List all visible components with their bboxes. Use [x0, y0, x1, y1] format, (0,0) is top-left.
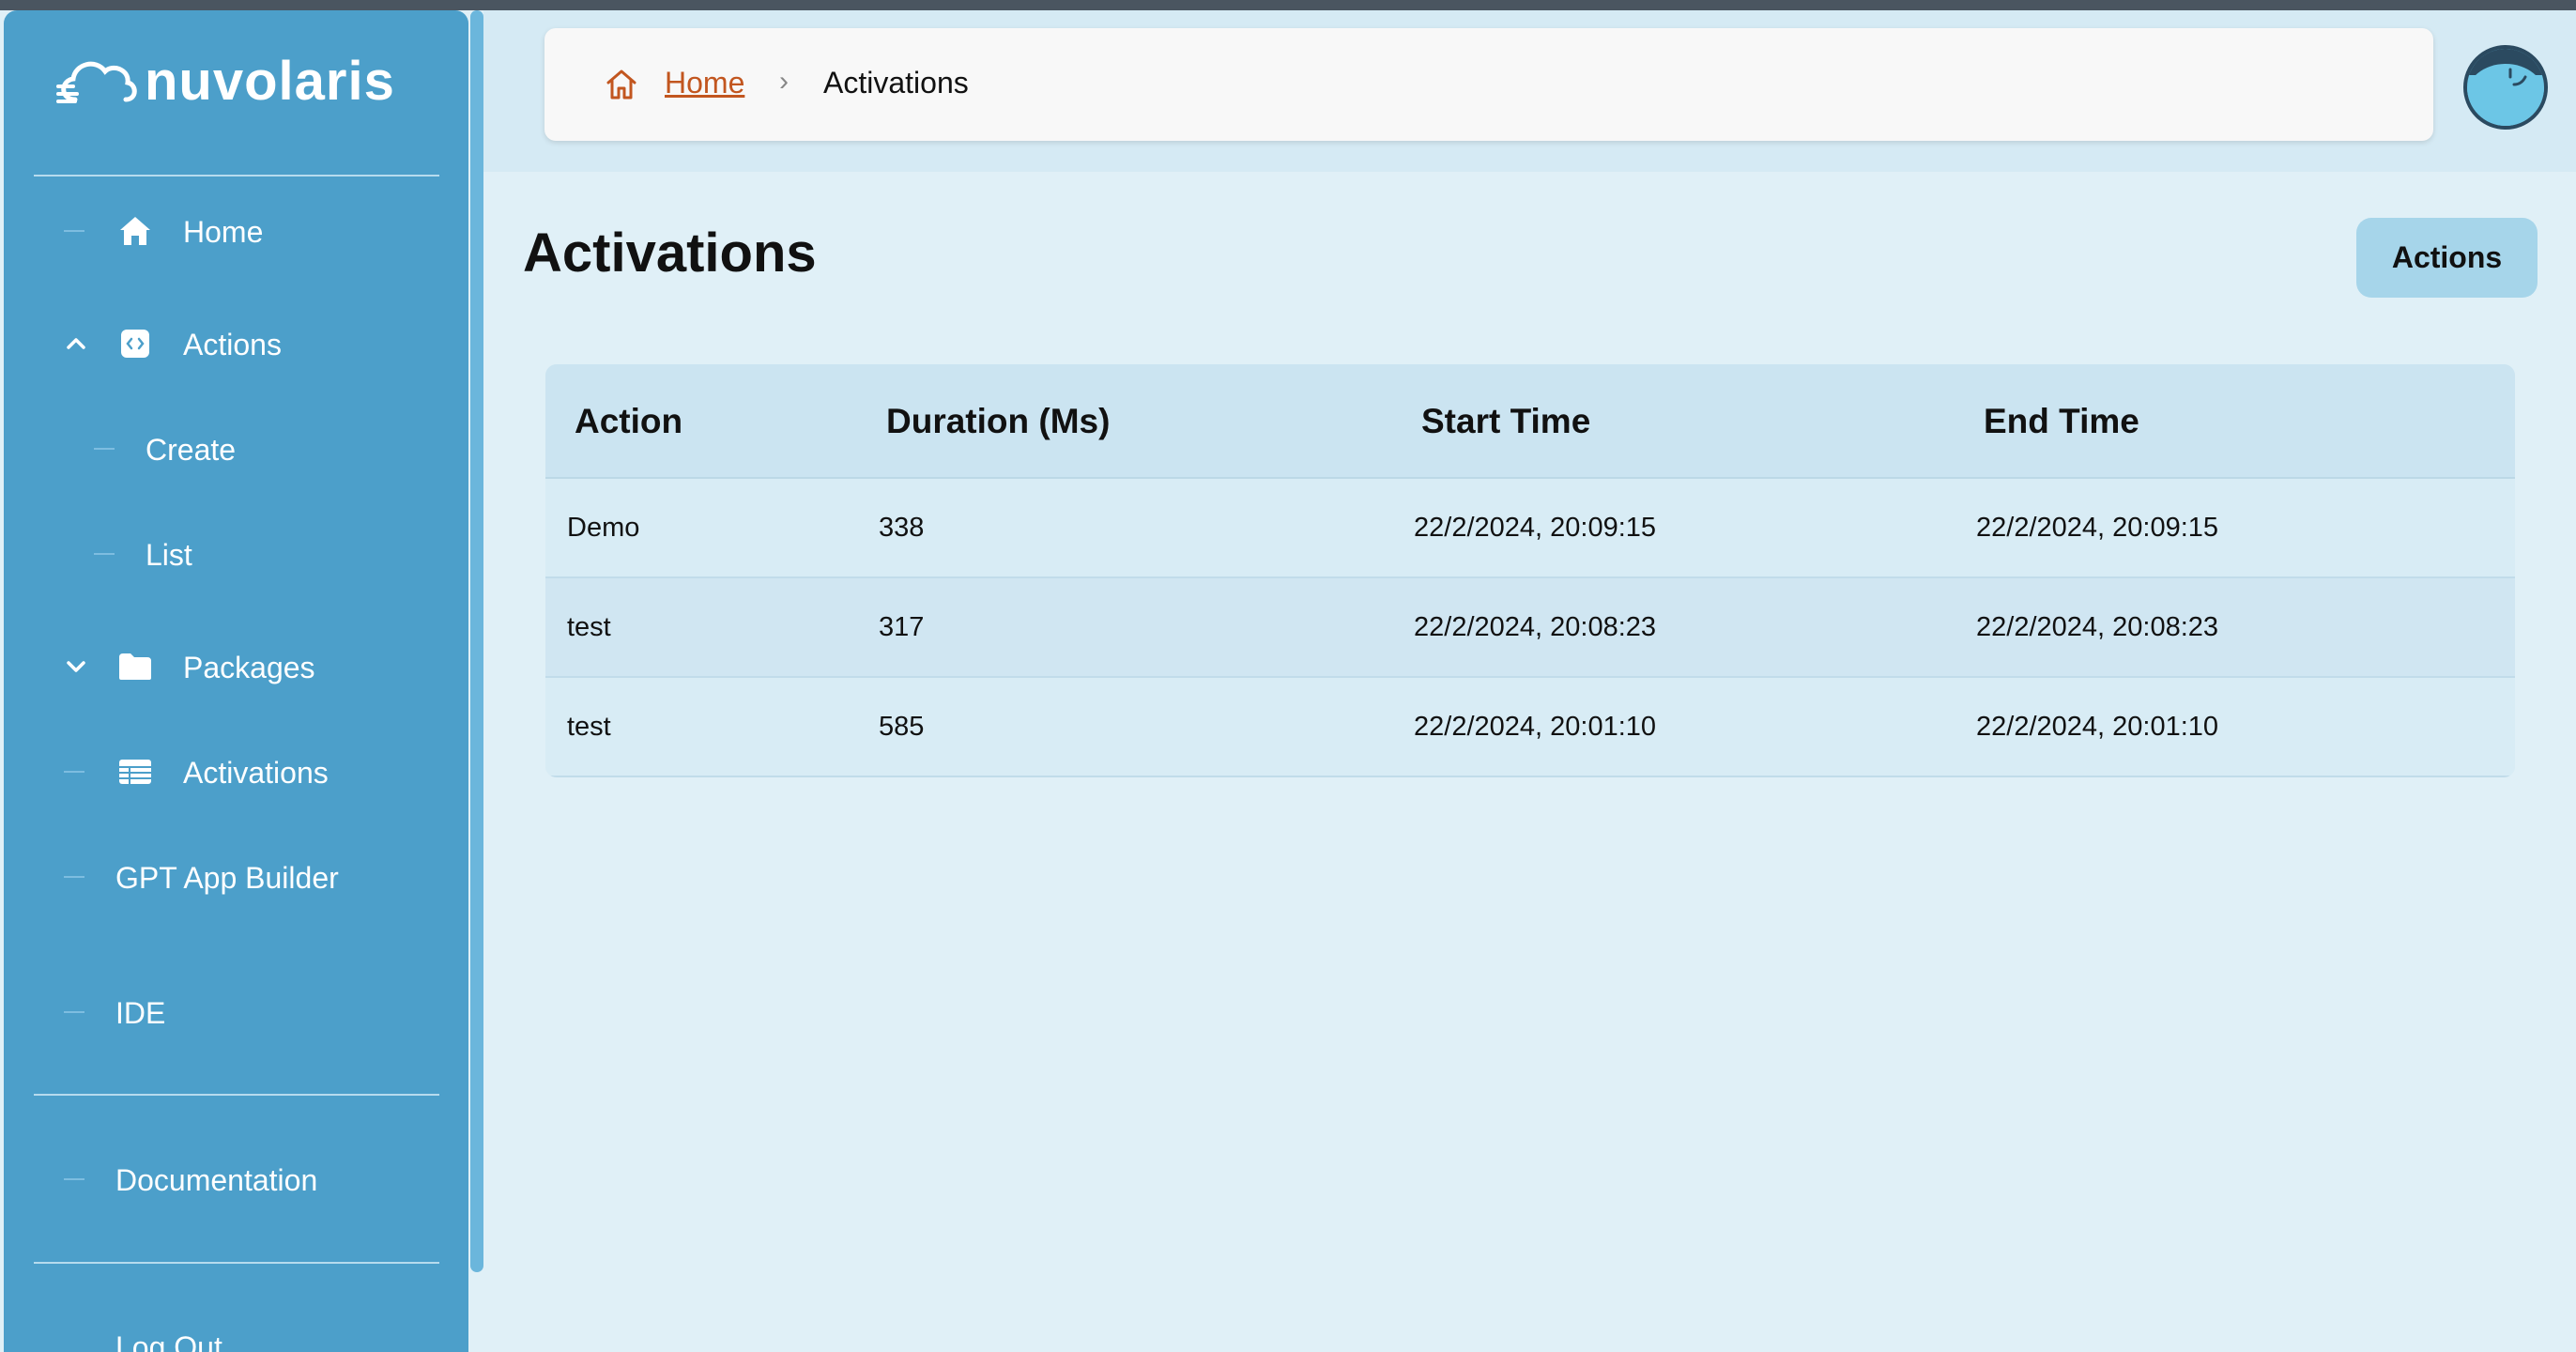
column-header-action[interactable]: Action [575, 402, 682, 441]
sidebar-item-label: Activations [183, 756, 329, 790]
breadcrumb: Home › Activations [544, 28, 2433, 141]
sidebar-item-label: IDE [115, 996, 166, 1030]
table-row[interactable]: Demo 338 22/2/2024, 20:09:15 22/2/2024, … [545, 479, 2515, 578]
avatar-face-icon [2467, 49, 2544, 126]
sidebar-item-gpt-app-builder[interactable]: GPT App Builder [4, 849, 468, 905]
dash-marker [64, 230, 84, 232]
sidebar-item-home[interactable]: Home [4, 203, 468, 259]
dash-marker [94, 448, 115, 450]
home-outline-icon[interactable] [603, 66, 640, 103]
cell-duration: 317 [879, 612, 925, 642]
sidebar-item-documentation[interactable]: Documentation [4, 1151, 468, 1207]
table-row[interactable]: test 317 22/2/2024, 20:08:23 22/2/2024, … [545, 578, 2515, 678]
sidebar-item-label: Packages [183, 651, 315, 684]
breadcrumb-separator: › [779, 66, 789, 97]
code-icon [116, 325, 154, 362]
table-icon [116, 753, 154, 791]
breadcrumb-current: Activations [823, 66, 969, 100]
sidebar-item-label: List [146, 538, 192, 572]
dash-marker [94, 553, 115, 555]
sidebar-item-packages[interactable]: Packages [4, 638, 468, 695]
brand-logo[interactable]: nuvolaris [54, 50, 395, 113]
sidebar-item-label: GPT App Builder [115, 861, 339, 895]
dash-marker [64, 771, 84, 773]
sidebar-item-create[interactable]: Create [4, 421, 468, 477]
table-body: Demo 338 22/2/2024, 20:09:15 22/2/2024, … [545, 479, 2515, 777]
dash-marker [64, 1011, 84, 1013]
sidebar-divider [34, 1094, 439, 1096]
cell-start-time: 22/2/2024, 20:08:23 [1414, 612, 1657, 642]
sidebar-scrollbar[interactable] [470, 10, 483, 1272]
activations-table: Action Duration (Ms) Start Time End Time… [545, 364, 2515, 777]
dash-marker [64, 876, 84, 878]
cell-action: test [567, 712, 611, 742]
column-header-duration[interactable]: Duration (Ms) [886, 402, 1110, 441]
sidebar-item-label: Create [146, 433, 237, 467]
sidebar-item-activations[interactable]: Activations [4, 744, 468, 800]
cell-action: test [567, 612, 611, 642]
window-top-bar [0, 0, 2576, 10]
avatar[interactable] [2463, 45, 2548, 130]
chevron-up-icon[interactable] [62, 330, 90, 358]
actions-button[interactable]: Actions [2356, 218, 2538, 298]
column-header-end-time[interactable]: End Time [1984, 402, 2139, 441]
chevron-down-icon[interactable] [62, 653, 90, 681]
cell-end-time: 22/2/2024, 20:08:23 [1976, 612, 2219, 642]
home-icon [116, 212, 154, 250]
cell-action: Demo [567, 513, 640, 543]
cell-start-time: 22/2/2024, 20:01:10 [1414, 712, 1657, 742]
sidebar-divider [34, 1262, 439, 1264]
sidebar-item-label: Documentation [115, 1163, 318, 1197]
table-row[interactable]: test 585 22/2/2024, 20:01:10 22/2/2024, … [545, 678, 2515, 777]
sidebar-divider [34, 175, 439, 177]
sidebar-item-list[interactable]: List [4, 526, 468, 582]
dash-marker [64, 1178, 84, 1180]
page-title: Activations [523, 223, 817, 284]
cell-end-time: 22/2/2024, 20:09:15 [1976, 513, 2219, 543]
cell-end-time: 22/2/2024, 20:01:10 [1976, 712, 2219, 742]
folder-icon [116, 648, 154, 685]
sidebar-item-label: Log Out [115, 1330, 222, 1352]
cell-duration: 585 [879, 712, 925, 742]
brand-name: nuvolaris [145, 51, 395, 112]
cloud-logo-icon [56, 61, 137, 103]
sidebar-item-logout[interactable]: Log Out [4, 1318, 468, 1352]
cell-start-time: 22/2/2024, 20:09:15 [1414, 513, 1657, 543]
sidebar-item-label: Actions [183, 328, 282, 361]
table-header: Action Duration (Ms) Start Time End Time [545, 364, 2515, 479]
sidebar-item-label: Home [183, 215, 264, 249]
column-header-start-time[interactable]: Start Time [1421, 402, 1590, 441]
sidebar: nuvolaris Home Actions Create List Packa… [4, 10, 468, 1352]
cell-duration: 338 [879, 513, 925, 543]
sidebar-item-actions[interactable]: Actions [4, 315, 468, 372]
sidebar-item-ide[interactable]: IDE [4, 984, 468, 1040]
breadcrumb-home-link[interactable]: Home [665, 66, 744, 100]
